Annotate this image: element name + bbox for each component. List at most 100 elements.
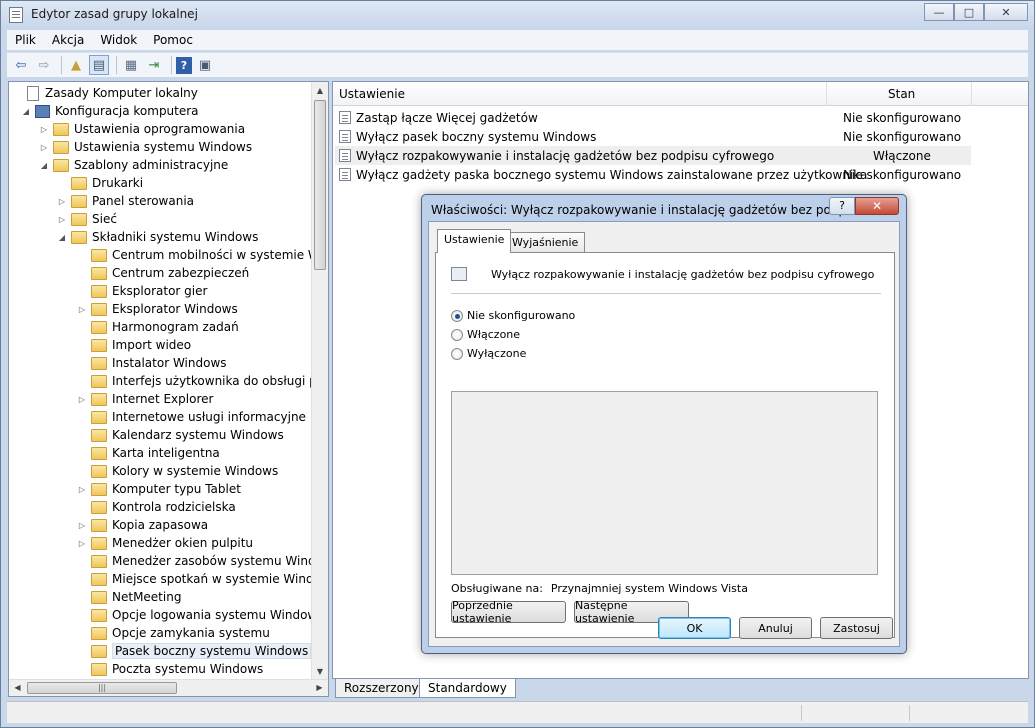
tree-item[interactable]: Miejsce spotkań w systemie Windows [77, 570, 328, 588]
expand-arrow-icon[interactable]: ▷ [77, 539, 87, 548]
tree-item[interactable]: Menedżer zasobów systemu Windows [77, 552, 328, 570]
list-item[interactable]: Wyłącz pasek boczny systemu Windows Nie s… [335, 127, 971, 146]
previous-setting-button[interactable]: Poprzednie ustawienie [451, 599, 566, 625]
folder-icon [71, 212, 87, 226]
up-folder-icon[interactable]: ▲ [66, 55, 86, 75]
forward-icon[interactable]: ⇨ [34, 55, 54, 75]
tree-item[interactable]: Internetowe usługi informacyjne [77, 408, 306, 426]
tab-explanation[interactable]: Wyjaśnienie [505, 232, 586, 253]
expand-arrow-icon[interactable]: ▷ [77, 395, 87, 404]
tree-item[interactable]: Kontrola rodzicielska [77, 498, 236, 516]
folder-icon [91, 356, 107, 370]
expand-arrow-icon[interactable]: ▷ [57, 215, 67, 224]
scroll-thumb[interactable] [314, 100, 326, 270]
expand-arrow-icon[interactable]: ▷ [39, 143, 49, 152]
console-tree[interactable]: Zasady Komputer lokalny ◢ Konfiguracja kom… [8, 81, 329, 697]
scroll-left-arrow-icon[interactable]: ◀ [9, 680, 26, 696]
collapse-arrow-icon[interactable]: ◢ [21, 107, 31, 116]
tree-item[interactable]: Pasek boczny systemu Windows [77, 642, 312, 660]
tree-item[interactable]: Harmonogram zadań [77, 318, 239, 336]
menu-action[interactable]: Akcja [44, 33, 92, 47]
tree-item[interactable]: ◢ Szablony administracyjne [39, 156, 228, 174]
expand-arrow-icon[interactable]: ▷ [39, 125, 49, 134]
menu-file[interactable]: Plik [7, 33, 44, 47]
scroll-up-arrow-icon[interactable]: ▲ [312, 82, 328, 99]
expand-arrow-icon[interactable]: ▷ [77, 521, 87, 530]
menu-view[interactable]: Widok [92, 33, 145, 47]
tree-item[interactable]: Opcje zamykania systemu [77, 624, 270, 642]
ok-button[interactable]: OK [658, 617, 731, 639]
list-item[interactable]: Zastąp łącze Więcej gadżetów Nie skonfigu… [335, 108, 971, 127]
tree-item[interactable]: Kolory w systemie Windows [77, 462, 278, 480]
expand-arrow-icon[interactable]: ▷ [77, 485, 87, 494]
menu-help[interactable]: Pomoc [145, 33, 201, 47]
option-disabled[interactable]: Wyłączone [451, 347, 526, 360]
dialog-help-button[interactable]: ? [829, 197, 855, 215]
collapse-arrow-icon[interactable]: ◢ [39, 161, 49, 170]
folder-icon [91, 284, 107, 298]
tree-item[interactable]: ▷ Komputer typu Tablet [77, 480, 241, 498]
option-enabled[interactable]: Włączone [451, 328, 520, 341]
folder-icon [91, 482, 107, 496]
tab-standard[interactable]: Standardowy [419, 679, 516, 698]
tree-item-label: Instalator Windows [112, 356, 227, 370]
export-list-icon[interactable]: ⇥ [144, 55, 164, 75]
tree-item[interactable]: Drukarki [57, 174, 143, 192]
properties-icon[interactable]: ▦ [121, 55, 141, 75]
expand-arrow-icon[interactable]: ▷ [77, 305, 87, 314]
expand-arrow-icon[interactable]: ▷ [57, 197, 67, 206]
radio-button[interactable] [451, 347, 463, 360]
tree-item[interactable]: Centrum zabezpieczeń [77, 264, 249, 282]
tree-horizontal-scrollbar[interactable]: ◀ ||| ▶ [9, 679, 328, 696]
tree-item[interactable]: Centrum mobilności w systemie Windows [77, 246, 328, 264]
list-item[interactable]: Wyłącz gadżety paska bocznego systemu Wi… [335, 165, 971, 184]
tree-item[interactable]: ▷ Panel sterowania [57, 192, 194, 210]
tree-item[interactable]: ▷ Ustawienia systemu Windows [39, 138, 252, 156]
tree-item[interactable]: ▷ Internet Explorer [77, 390, 214, 408]
tree-item[interactable]: Interfejs użytkownika do obsługi pośw [77, 372, 328, 390]
tree-item[interactable]: ◢ Składniki systemu Windows [57, 228, 258, 246]
tab-setting[interactable]: Ustawienie [437, 229, 512, 253]
help-icon[interactable]: ? [176, 56, 192, 74]
column-state[interactable]: Stan [888, 87, 915, 101]
tree-item[interactable]: Kalendarz systemu Windows [77, 426, 284, 444]
filter-view-icon[interactable]: ▣ [195, 55, 215, 75]
tree-item[interactable]: ▷ Kopia zapasowa [77, 516, 208, 534]
tree-item[interactable]: Import wideo [77, 336, 191, 354]
tree-item[interactable]: Instalator Windows [77, 354, 227, 372]
cancel-button[interactable]: Anuluj [739, 617, 812, 639]
tree-item[interactable]: ▷ Eksplorator Windows [77, 300, 238, 318]
tree-item[interactable]: Poczta systemu Windows [77, 660, 263, 678]
tree-vertical-scrollbar[interactable]: ▲ ▼ [311, 82, 328, 680]
scroll-right-arrow-icon[interactable]: ▶ [311, 680, 328, 696]
tree-item[interactable]: ▷ Menedżer okien pulpitu [77, 534, 253, 552]
tree-item-label: Harmonogram zadań [112, 320, 239, 334]
tree-item[interactable]: Karta inteligentna [77, 444, 220, 462]
tree-item[interactable]: ▷ Sieć [57, 210, 117, 228]
back-icon[interactable]: ⇦ [11, 55, 31, 75]
tree-item[interactable]: Zasady Komputer lokalny [13, 84, 198, 102]
radio-button[interactable] [451, 328, 463, 341]
scroll-down-arrow-icon[interactable]: ▼ [312, 663, 328, 680]
menu-bar: Plik Akcja Widok Pomoc [7, 30, 1028, 50]
minimize-button[interactable]: — [924, 3, 954, 21]
tab-extended[interactable]: Rozszerzony [335, 679, 428, 698]
column-setting[interactable]: Ustawienie [339, 87, 405, 101]
apply-button[interactable]: Zastosuj [820, 617, 893, 639]
scroll-thumb[interactable]: ||| [27, 682, 177, 694]
title-bar[interactable]: Edytor zasad grupy lokalnej — □ ✕ [1, 1, 1034, 29]
collapse-arrow-icon[interactable]: ◢ [57, 233, 67, 242]
radio-button[interactable] [451, 309, 463, 322]
tree-item[interactable]: NetMeeting [77, 588, 181, 606]
option-not-configured[interactable]: Nie skonfigurowano [451, 309, 575, 322]
tree-item[interactable]: ◢ Konfiguracja komputera [21, 102, 199, 120]
show-hide-tree-icon[interactable]: ▤ [89, 55, 109, 75]
maximize-button[interactable]: □ [954, 3, 984, 21]
tree-item[interactable]: Eksplorator gier [77, 282, 207, 300]
tree-item[interactable]: Opcje logowania systemu Windows [77, 606, 323, 624]
tree-item[interactable]: ▷ Ustawienia oprogramowania [39, 120, 245, 138]
list-item[interactable]: Wyłącz rozpakowywanie i instalację gadże… [335, 146, 971, 165]
close-button[interactable]: ✕ [984, 3, 1028, 21]
policy-setting-icon [339, 130, 351, 143]
dialog-close-button[interactable]: ✕ [855, 197, 899, 215]
